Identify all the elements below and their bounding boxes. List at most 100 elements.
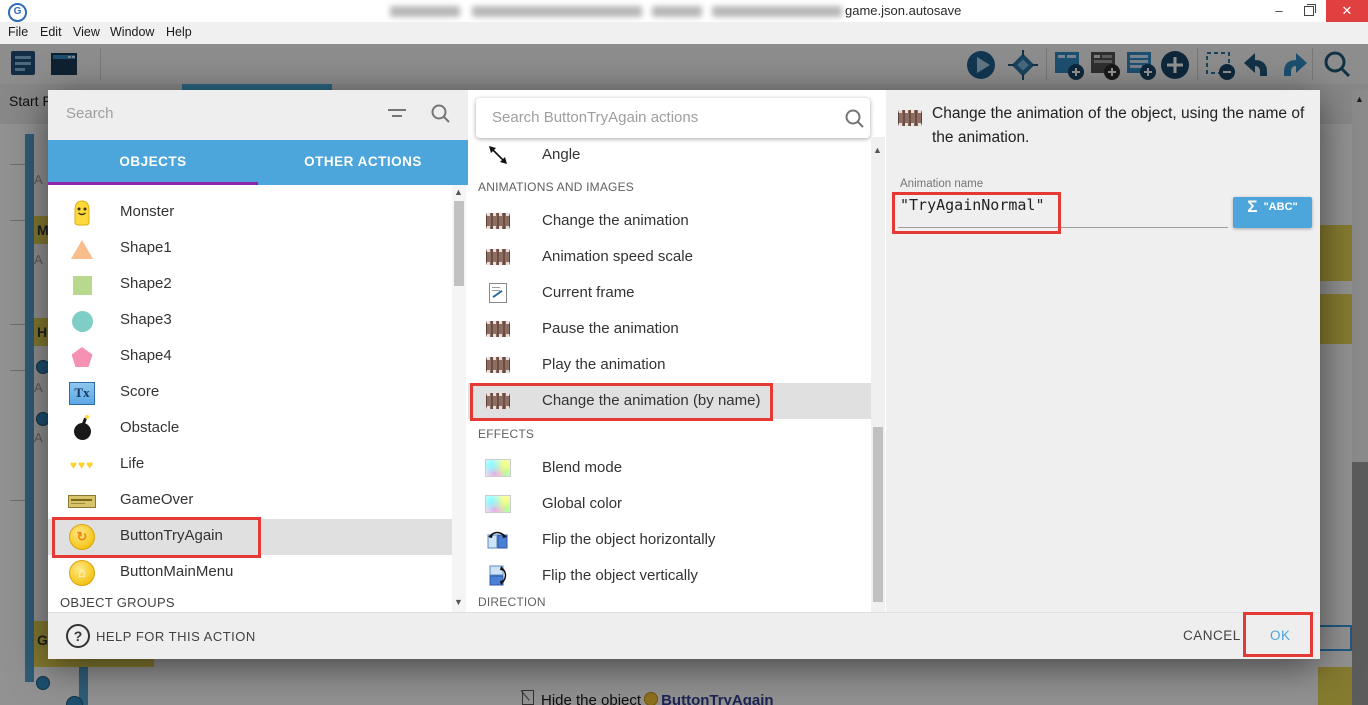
bomb-icon <box>68 416 96 442</box>
action-label: Animation speed scale <box>542 248 693 265</box>
redacted-title-segment <box>652 6 702 17</box>
menu-bar: File Edit View Window Help <box>0 22 1368 45</box>
help-icon[interactable]: ? <box>66 624 90 648</box>
menu-window[interactable]: Window <box>110 25 154 39</box>
action-label: Global color <box>542 495 622 512</box>
section-direction: DIRECTION <box>478 595 546 609</box>
circle-icon <box>68 308 96 334</box>
search-placeholder: Search <box>66 105 114 122</box>
object-row-life[interactable]: ♥♥♥ Life <box>48 447 452 483</box>
square-icon <box>68 272 96 298</box>
filter-icon[interactable] <box>386 106 408 124</box>
active-tab-indicator <box>48 182 258 185</box>
object-groups-header: OBJECT GROUPS <box>60 595 175 610</box>
menu-help[interactable]: Help <box>166 25 192 39</box>
tab-other-actions[interactable]: OTHER ACTIONS <box>258 154 468 169</box>
action-config-panel: Change the animation of the object, usin… <box>886 90 1320 612</box>
action-search-field[interactable]: Search ButtonTryAgain actions <box>476 98 870 138</box>
gdevelop-logo-icon: G <box>8 3 27 22</box>
close-button[interactable]: ✕ <box>1326 0 1368 22</box>
scroll-down-icon[interactable]: ▼ <box>454 597 463 607</box>
object-row-obstacle[interactable]: Obstacle <box>48 411 452 447</box>
action-row-angle[interactable]: Angle <box>468 137 871 173</box>
object-row-shape1[interactable]: Shape1 <box>48 231 452 267</box>
object-label: Score <box>120 383 159 400</box>
actions-scrollbar[interactable]: ▲ <box>871 137 885 612</box>
action-row-flip-horizontal[interactable]: Flip the object horizontally <box>468 522 871 558</box>
text-object-icon: Tx <box>68 380 96 406</box>
object-label: GameOver <box>120 491 193 508</box>
action-label: Flip the object vertically <box>542 567 698 584</box>
scroll-up-icon[interactable]: ▲ <box>454 187 463 197</box>
action-row-current-frame[interactable]: Current frame <box>468 275 871 311</box>
object-label: Shape2 <box>120 275 172 292</box>
action-label: Blend mode <box>542 459 622 476</box>
restore-icon <box>1304 6 1314 16</box>
rainbow-icon <box>485 457 511 479</box>
tab-objects[interactable]: OBJECTS <box>48 154 258 169</box>
panel-tabs: OBJECTS OTHER ACTIONS <box>48 140 468 185</box>
object-row-shape2[interactable]: Shape2 <box>48 267 452 303</box>
action-row-change-animation[interactable]: Change the animation <box>468 203 871 239</box>
object-label: ButtonMainMenu <box>120 563 233 580</box>
monster-icon <box>68 200 96 226</box>
objects-scrollbar[interactable]: ▲ ▼ <box>452 185 466 612</box>
animation-name-label: Animation name <box>900 178 983 190</box>
section-effects: EFFECTS <box>478 427 534 441</box>
film-strip-icon <box>485 246 511 268</box>
pentagon-icon <box>68 344 96 370</box>
action-row-blend-mode[interactable]: Blend mode <box>468 450 871 486</box>
action-label: Flip the object horizontally <box>542 531 715 548</box>
object-row-shape4[interactable]: Shape4 <box>48 339 452 375</box>
action-row-global-color[interactable]: Global color <box>468 486 871 522</box>
object-row-shape3[interactable]: Shape3 <box>48 303 452 339</box>
minimize-button[interactable]: – <box>1264 0 1294 22</box>
object-label: Shape3 <box>120 311 172 328</box>
action-row-flip-vertical[interactable]: Flip the object vertically <box>468 558 871 594</box>
redacted-title-segment <box>712 6 842 17</box>
actions-panel: Search ButtonTryAgain actions Angle ANIM… <box>468 90 886 612</box>
menu-file[interactable]: File <box>8 25 28 39</box>
sigma-icon: Σ <box>1247 197 1257 216</box>
object-label: Life <box>120 455 144 472</box>
scrollbar-thumb[interactable] <box>873 427 883 602</box>
scrollbar-thumb[interactable] <box>454 201 464 286</box>
annotation-box-change-animation-by-name <box>470 383 773 421</box>
search-icon <box>430 103 452 125</box>
frame-icon <box>485 282 511 304</box>
flip-horizontal-icon <box>485 529 511 551</box>
object-row-score[interactable]: Tx Score <box>48 375 452 411</box>
rainbow-icon <box>485 493 511 515</box>
action-row-play-animation[interactable]: Play the animation <box>468 347 871 383</box>
action-chooser-dialog: Search OBJECTS OTHER ACTIONS Monster Sha… <box>48 90 1320 658</box>
hearts-icon: ♥♥♥ <box>68 452 96 478</box>
action-label: Current frame <box>542 284 635 301</box>
menu-view[interactable]: View <box>73 25 100 39</box>
object-search-field[interactable]: Search <box>48 90 468 140</box>
expression-builder-button[interactable]: Σ"ABC" <box>1233 197 1312 228</box>
object-row-gameover[interactable]: GameOver <box>48 483 452 519</box>
film-strip-icon <box>485 354 511 376</box>
object-label: Monster <box>120 203 174 220</box>
redacted-title-segment <box>390 6 460 17</box>
annotation-box-ok <box>1243 612 1313 657</box>
restore-button[interactable] <box>1294 0 1324 22</box>
object-row-buttonmainmenu[interactable]: ⌂ ButtonMainMenu <box>48 555 452 591</box>
action-row-animation-speed[interactable]: Animation speed scale <box>468 239 871 275</box>
window-title: game.json.autosave <box>845 3 961 18</box>
cancel-button[interactable]: CANCEL <box>1183 628 1241 643</box>
section-animations: ANIMATIONS AND IMAGES <box>478 180 634 194</box>
flip-vertical-icon <box>485 565 511 587</box>
action-row-pause-animation[interactable]: Pause the animation <box>468 311 871 347</box>
dialog-footer: ? HELP FOR THIS ACTION CANCEL OK <box>48 612 1320 659</box>
menu-edit[interactable]: Edit <box>40 25 62 39</box>
banner-icon <box>68 488 96 514</box>
help-link[interactable]: HELP FOR THIS ACTION <box>96 629 256 644</box>
title-bar: G game.json.autosave – ✕ <box>0 0 1368 23</box>
scroll-up-icon[interactable]: ▲ <box>873 145 882 155</box>
app-window: G game.json.autosave – ✕ File Edit View … <box>0 0 1368 705</box>
film-strip-icon <box>485 210 511 232</box>
object-row-monster[interactable]: Monster <box>48 195 452 231</box>
film-strip-icon <box>485 318 511 340</box>
search-placeholder: Search ButtonTryAgain actions <box>492 109 698 126</box>
